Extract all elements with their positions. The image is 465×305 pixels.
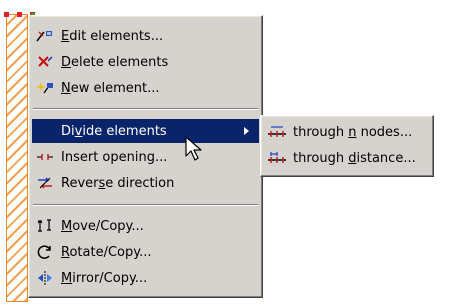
selection-handle[interactable]	[4, 12, 9, 17]
rotate-copy-icon	[35, 244, 55, 260]
menu-item-label: Mirror/Copy...	[61, 270, 148, 286]
menu-item-label: through n nodes...	[293, 124, 413, 140]
mirror-copy-icon	[35, 270, 55, 286]
menu-item-rotate-copy[interactable]: Rotate/Copy...	[32, 240, 259, 264]
menu-item-new-element[interactable]: New element...	[32, 76, 259, 100]
edit-elements-icon	[35, 28, 55, 44]
hatched-element	[6, 14, 28, 302]
context-menu: Edit elements... Delete elements New ele…	[28, 15, 263, 298]
new-element-icon	[35, 80, 55, 96]
selection-handle[interactable]	[17, 12, 22, 17]
menu-item-label: New element...	[61, 80, 160, 96]
menu-item-label: Move/Copy...	[61, 218, 144, 234]
menu-separator	[33, 204, 258, 206]
menu-item-label: through distance...	[293, 150, 416, 166]
divide-distance-icon	[267, 150, 287, 166]
reverse-direction-icon	[35, 175, 55, 191]
menu-item-label: Divide elements	[61, 123, 167, 139]
submenu-arrow-icon	[244, 127, 249, 135]
submenu-item-through-distance[interactable]: through distance...	[264, 146, 430, 170]
move-copy-icon	[35, 218, 55, 234]
menu-separator	[33, 108, 258, 110]
menu-item-delete-elements[interactable]: Delete elements	[32, 50, 259, 74]
insert-opening-icon	[35, 149, 55, 165]
menu-item-edit-elements[interactable]: Edit elements...	[32, 24, 259, 48]
divide-nodes-icon	[267, 124, 287, 140]
menu-item-mirror-copy[interactable]: Mirror/Copy...	[32, 266, 259, 290]
divide-elements-submenu: through n nodes... through distance...	[260, 115, 434, 177]
menu-item-divide-elements[interactable]: Divide elements	[32, 119, 259, 143]
menu-item-reverse-direction[interactable]: Reverse direction	[32, 171, 259, 195]
menu-item-label: Delete elements	[61, 54, 169, 70]
submenu-item-through-n-nodes[interactable]: through n nodes...	[264, 120, 430, 144]
menu-item-label: Insert opening...	[61, 149, 168, 165]
menu-item-label: Reverse direction	[61, 175, 175, 191]
menu-item-label: Rotate/Copy...	[61, 244, 152, 260]
menu-item-label: Edit elements...	[61, 28, 164, 44]
menu-item-insert-opening[interactable]: Insert opening...	[32, 145, 259, 169]
menu-item-move-copy[interactable]: Move/Copy...	[32, 214, 259, 238]
delete-elements-icon	[35, 54, 55, 70]
mouse-cursor-icon	[185, 136, 202, 161]
